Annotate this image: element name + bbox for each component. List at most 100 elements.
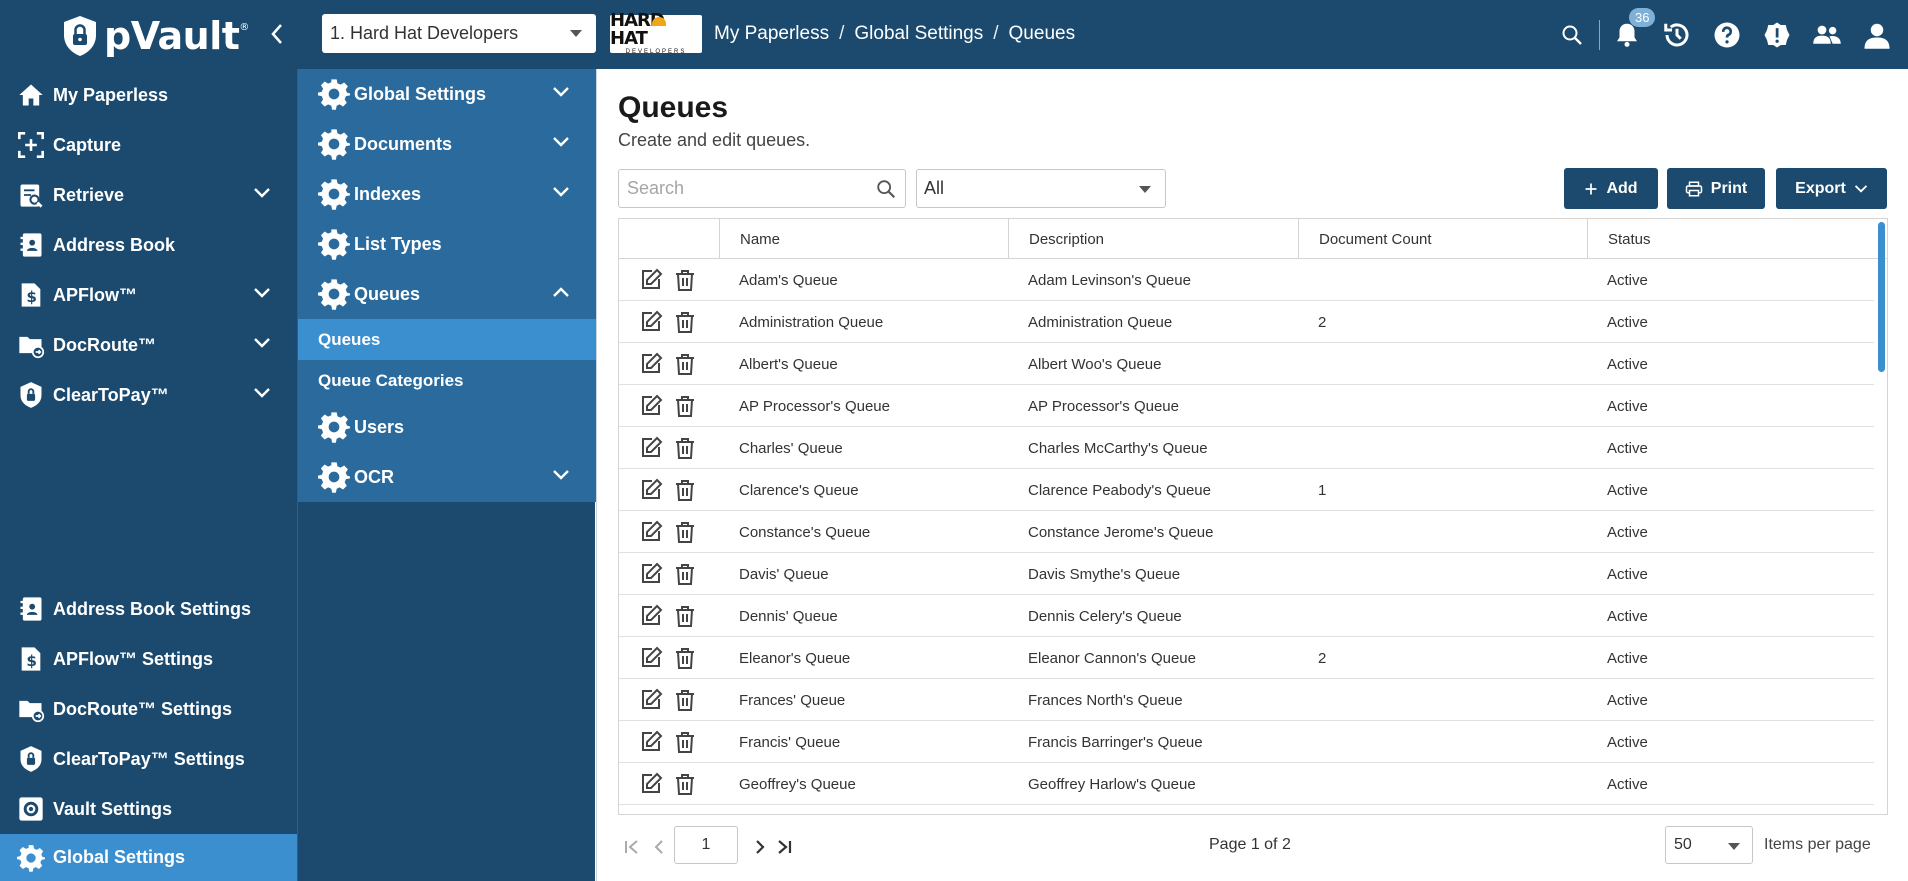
column-header-status[interactable]: Status — [1587, 219, 1877, 259]
breadcrumb-item-global-settings[interactable]: Global Settings — [854, 23, 983, 45]
help-button[interactable] — [1702, 0, 1752, 69]
delete-icon[interactable] — [673, 352, 697, 380]
page-number-input[interactable]: 1 — [674, 826, 738, 864]
brand-logo[interactable]: pVault® — [62, 14, 249, 58]
sidebar-item-global-settings[interactable]: Global Settings — [0, 834, 297, 881]
chevron-down-icon[interactable] — [253, 337, 271, 349]
table-row[interactable]: Charles' Queue Charles McCarthy's Queue Ac… — [619, 427, 1874, 469]
delete-icon[interactable] — [673, 688, 697, 716]
delete-icon[interactable] — [673, 646, 697, 674]
delete-icon[interactable] — [673, 436, 697, 464]
table-row[interactable]: Dennis' Queue Dennis Celery's Queue Active — [619, 595, 1874, 637]
edit-icon[interactable] — [639, 268, 663, 296]
settings-item-indexes[interactable]: Indexes — [298, 169, 596, 219]
delete-icon[interactable] — [673, 604, 697, 632]
sidebar-item-retrieve[interactable]: Retrieve — [0, 170, 297, 220]
sidebar-item-capture[interactable]: Capture — [0, 120, 297, 170]
chevron-down-icon[interactable] — [552, 186, 570, 198]
delete-icon[interactable] — [673, 730, 697, 758]
print-button[interactable]: Print — [1667, 168, 1765, 209]
sidebar-item-docroute[interactable]: DocRoute™ — [0, 320, 297, 370]
settings-item-list-types[interactable]: List Types — [298, 219, 596, 269]
column-header-description[interactable]: Description — [1008, 219, 1298, 259]
notifications-button[interactable]: 36 — [1602, 0, 1656, 69]
column-header-name[interactable]: Name — [719, 219, 1008, 259]
scrollbar-thumb[interactable] — [1878, 222, 1885, 372]
settings-subitem-queues[interactable]: Queues — [298, 319, 596, 360]
sidebar-item-apflow-settings[interactable]: $ APFlow™ Settings — [0, 634, 297, 684]
chevron-up-icon[interactable] — [552, 286, 570, 298]
settings-item-global-settings[interactable]: Global Settings — [298, 69, 596, 119]
edit-icon[interactable] — [639, 520, 663, 548]
chevron-down-icon[interactable] — [253, 287, 271, 299]
add-button[interactable]: Add — [1564, 168, 1658, 209]
edit-icon[interactable] — [639, 604, 663, 632]
alerts-button[interactable] — [1752, 0, 1802, 69]
table-row[interactable]: Adam's Queue Adam Levinson's Queue Active — [619, 259, 1874, 301]
edit-icon[interactable] — [639, 310, 663, 338]
settings-item-users[interactable]: Users — [298, 402, 596, 452]
delete-icon[interactable] — [673, 394, 697, 422]
edit-icon[interactable] — [639, 730, 663, 758]
sidebar-item-vault-settings[interactable]: Vault Settings — [0, 784, 297, 834]
table-row[interactable]: AP Processor's Queue AP Processor's Queue… — [619, 385, 1874, 427]
sidebar-item-address-book-settings[interactable]: Address Book Settings — [0, 584, 297, 634]
sidebar-item-docroute-settings[interactable]: DocRoute™ Settings — [0, 684, 297, 734]
edit-icon[interactable] — [639, 772, 663, 800]
table-row[interactable]: Frances' Queue Frances North's Queue Activ… — [619, 679, 1874, 721]
chevron-down-icon[interactable] — [552, 86, 570, 98]
table-row[interactable]: Clarence's Queue Clarence Peabody's Queue… — [619, 469, 1874, 511]
table-scrollbar[interactable] — [1878, 220, 1885, 814]
delete-icon[interactable] — [673, 562, 697, 590]
settings-item-ocr[interactable]: OCR — [298, 452, 596, 502]
table-row[interactable]: Davis' Queue Davis Smythe's Queue Active — [619, 553, 1874, 595]
chevron-down-icon[interactable] — [552, 136, 570, 148]
status-filter-select[interactable]: All — [916, 169, 1166, 208]
page-size-select[interactable]: 50 — [1665, 826, 1753, 864]
sidebar-item-address-book[interactable]: Address Book — [0, 220, 297, 270]
table-row[interactable]: Constance's Queue Constance Jerome's Queu… — [619, 511, 1874, 553]
table-row[interactable]: Geoffrey's Queue Geoffrey Harlow's Queue A… — [619, 763, 1874, 805]
company-select[interactable]: 1. Hard Hat Developers — [322, 14, 596, 53]
sidebar-item-cleartopay[interactable]: ClearToPay™ — [0, 370, 297, 420]
sidebar-item-cleartopay-settings[interactable]: ClearToPay™ Settings — [0, 734, 297, 784]
previous-page-button[interactable] — [648, 837, 670, 857]
breadcrumb-item-my-paperless[interactable]: My Paperless — [714, 23, 829, 45]
search-icon[interactable] — [875, 178, 897, 200]
export-button[interactable]: Export — [1776, 168, 1887, 209]
delete-icon[interactable] — [673, 520, 697, 548]
edit-icon[interactable] — [639, 646, 663, 674]
column-header-document-count[interactable]: Document Count — [1298, 219, 1587, 259]
chevron-down-icon[interactable] — [552, 469, 570, 481]
table-row[interactable]: Eleanor's Queue Eleanor Cannon's Queue 2 Ac… — [619, 637, 1874, 679]
edit-icon[interactable] — [639, 436, 663, 464]
next-page-button[interactable] — [749, 837, 771, 857]
last-page-button[interactable] — [773, 837, 795, 857]
chevron-down-icon[interactable] — [253, 387, 271, 399]
table-row[interactable]: Administration Queue Administration Queue… — [619, 301, 1874, 343]
edit-icon[interactable] — [639, 688, 663, 716]
table-row[interactable]: Francis' Queue Francis Barringer's Queue A… — [619, 721, 1874, 763]
delete-icon[interactable] — [673, 478, 697, 506]
settings-subitem-queue-categories[interactable]: Queue Categories — [298, 360, 596, 401]
edit-icon[interactable] — [639, 394, 663, 422]
settings-item-documents[interactable]: Documents — [298, 119, 596, 169]
search-input[interactable] — [627, 178, 867, 199]
search-button[interactable] — [1547, 0, 1597, 69]
settings-item-queues[interactable]: Queues — [298, 269, 596, 319]
first-page-button[interactable] — [621, 837, 643, 857]
users-button[interactable] — [1802, 0, 1852, 69]
table-row[interactable]: Albert's Queue Albert Woo's Queue Active — [619, 343, 1874, 385]
account-button[interactable] — [1852, 0, 1902, 69]
delete-icon[interactable] — [673, 772, 697, 800]
chevron-down-icon[interactable] — [253, 187, 271, 199]
edit-icon[interactable] — [639, 562, 663, 590]
collapse-nav-button[interactable] — [266, 20, 288, 48]
delete-icon[interactable] — [673, 310, 697, 338]
edit-icon[interactable] — [639, 352, 663, 380]
history-button[interactable] — [1652, 0, 1702, 69]
delete-icon[interactable] — [673, 268, 697, 296]
sidebar-item-apflow[interactable]: $ APFlow™ — [0, 270, 297, 320]
sidebar-item-my-paperless[interactable]: My Paperless — [0, 70, 297, 120]
edit-icon[interactable] — [639, 478, 663, 506]
